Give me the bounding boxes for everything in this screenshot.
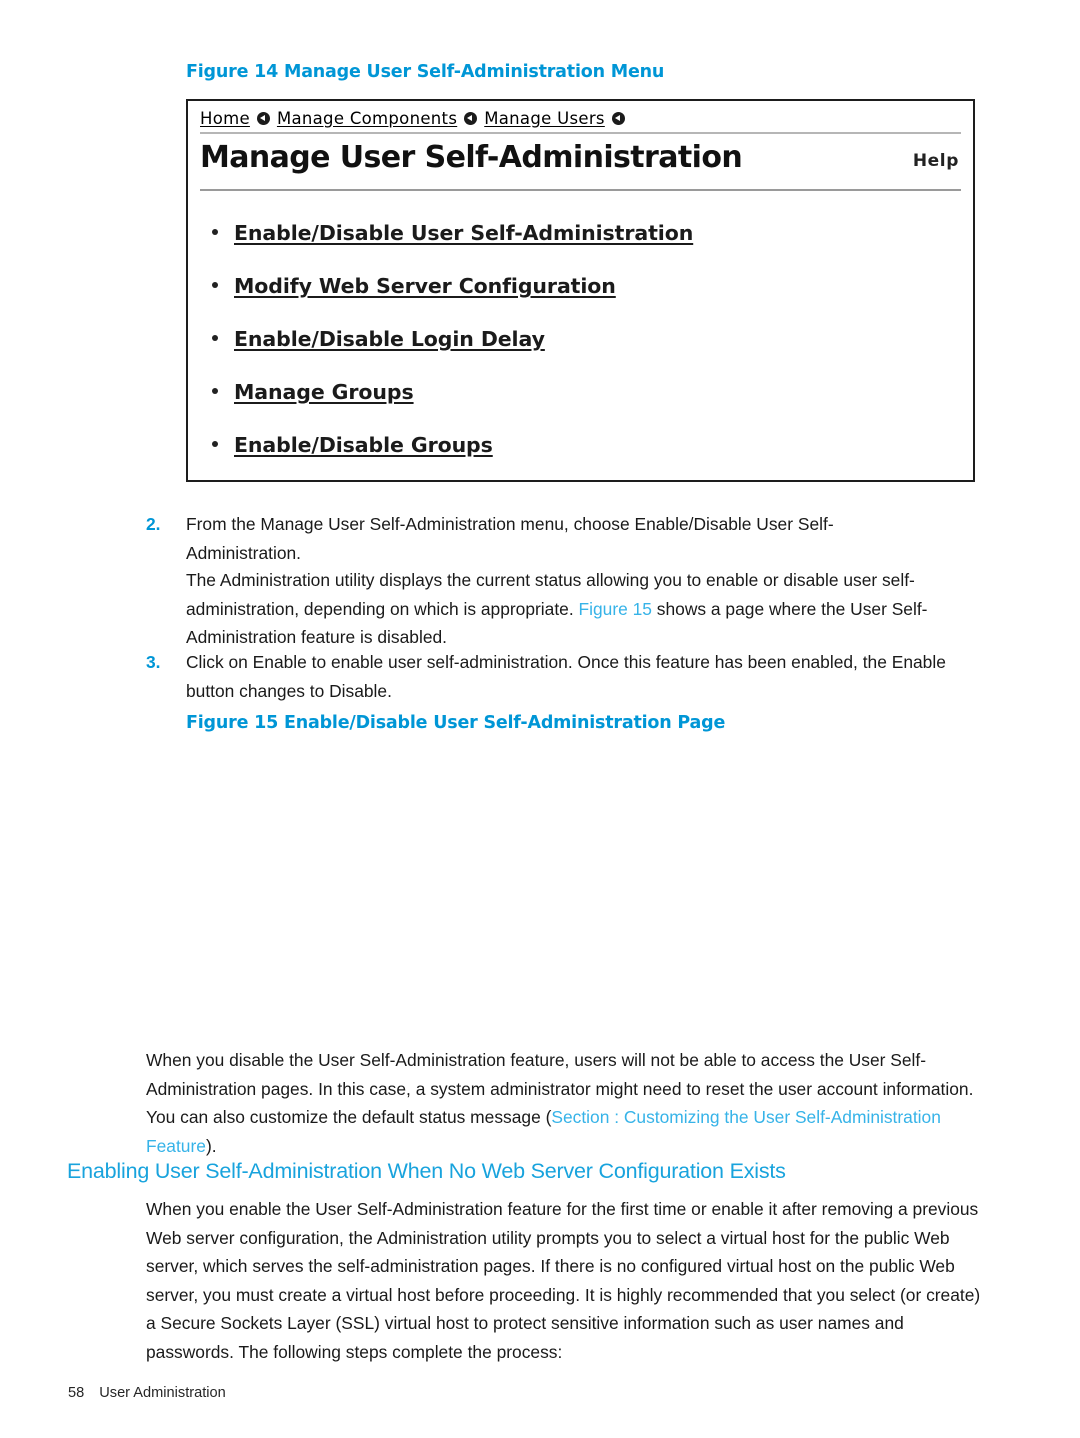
bullet-icon [212,335,218,341]
step-2-text: From the Manage User Self-Administration… [186,514,834,563]
bullet-icon [212,388,218,394]
breadcrumb-item-home[interactable]: Home [200,109,250,128]
self-administration-menu: Enable/Disable User Self-Administration … [212,221,693,480]
paragraph-disable-feature: When you disable the User Self-Administr… [146,1046,991,1160]
document-page: Figure 14 Manage User Self-Administratio… [0,0,1080,1438]
title-divider [200,189,961,191]
screenshot-page-title: Manage User Self-Administration [200,140,743,175]
menu-link-enable-disable-groups[interactable]: Enable/Disable Groups [234,433,493,457]
menu-item[interactable]: Enable/Disable Login Delay [212,327,693,380]
paragraph-status-display: The Administration utility displays the … [186,566,976,652]
menu-item[interactable]: Modify Web Server Configuration [212,274,693,327]
screenshot-content: Home Manage Components Manage Users Mana… [188,101,973,480]
paragraph-disable-part2: ). [205,1135,217,1156]
menu-link-manage-groups[interactable]: Manage Groups [234,380,414,404]
bullet-icon [212,282,218,288]
menu-link-enable-disable-login-delay[interactable]: Enable/Disable Login Delay [234,327,545,351]
breadcrumb-separator-icon [464,111,478,125]
breadcrumb-separator-icon [611,111,625,125]
step-3-text: Click on Enable to enable user self-admi… [186,652,946,701]
bullet-icon [212,229,218,235]
footer-page-number: 58 [68,1385,85,1401]
menu-item[interactable]: Manage Groups [212,380,693,433]
menu-link-enable-disable-user-self-administration[interactable]: Enable/Disable User Self-Administration [234,221,693,245]
breadcrumb-separator-icon [256,111,270,125]
footer-chapter-title: User Administration [99,1385,226,1401]
section-heading-enabling-user-self-administration: Enabling User Self-Administration When N… [67,1159,786,1183]
figure-15-image-placeholder [186,748,975,1033]
xref-figure-15[interactable]: Figure 15 [579,599,652,619]
step-3-number: 3. [146,652,161,672]
section-paragraph: When you enable the User Self-Administra… [146,1199,981,1362]
step-2-number: 2. [146,514,161,534]
step-3: 3. Click on Enable to enable user self-a… [146,648,986,705]
breadcrumb: Home Manage Components Manage Users [200,105,961,131]
figure-15-caption: Figure 15 Enable/Disable User Self-Admin… [186,713,726,733]
help-link[interactable]: Help [913,151,959,171]
breadcrumb-item-manage-users[interactable]: Manage Users [484,109,605,128]
figure-14-caption: Figure 14 Manage User Self-Administratio… [186,62,665,82]
page-footer: 58 User Administration [68,1385,226,1401]
breadcrumb-item-manage-components[interactable]: Manage Components [277,109,457,128]
menu-item[interactable]: Enable/Disable Groups [212,433,693,480]
figure-14-screenshot: Home Manage Components Manage Users Mana… [186,99,975,482]
bullet-icon [212,441,218,447]
breadcrumb-divider [200,132,961,134]
step-2: 2. From the Manage User Self-Administrat… [146,510,876,567]
menu-item[interactable]: Enable/Disable User Self-Administration [212,221,693,274]
menu-link-modify-web-server-configuration[interactable]: Modify Web Server Configuration [234,274,616,298]
